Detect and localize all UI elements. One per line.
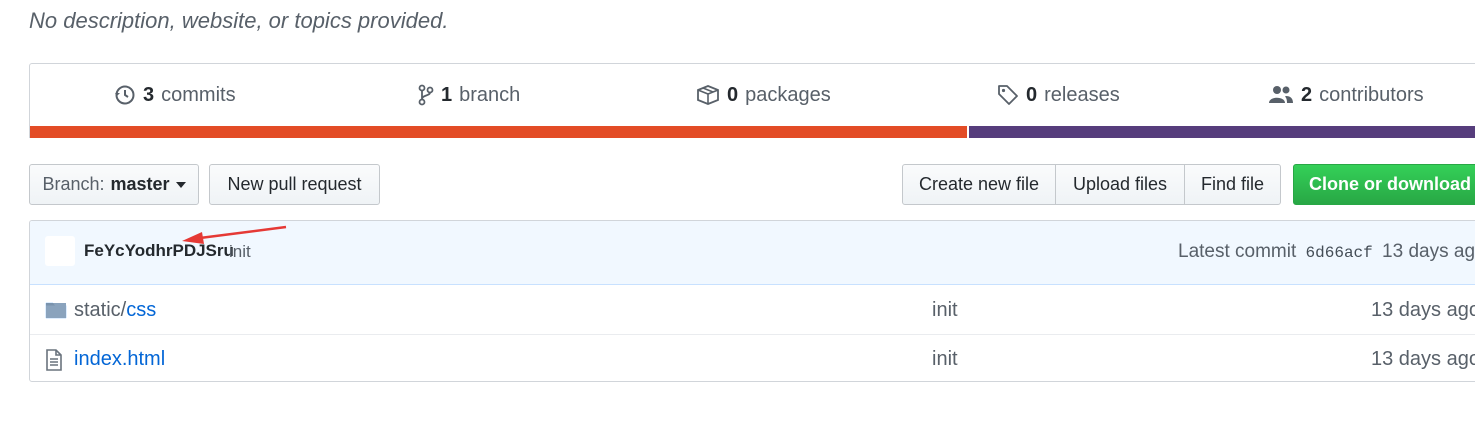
branch-select-button[interactable]: Branch: master [29,164,199,205]
branch-name: master [110,174,170,194]
annotation-arrow [182,225,287,244]
packages-link[interactable]: 0 packages [696,64,831,126]
contributors-label: contributors [1319,83,1424,106]
file-name-link[interactable]: index.html [74,348,165,371]
file-commit-message[interactable]: init [932,299,958,322]
caret-down-icon [175,181,186,188]
releases-label: releases [1044,83,1120,106]
file-name: css [126,299,157,321]
create-new-file-button[interactable]: Create new file [902,164,1056,205]
file-age: 13 days ago [1371,299,1475,321]
clone-or-download-button[interactable]: Clone or download [1293,164,1475,205]
contributors-count: 2 [1301,83,1313,106]
language-segment [967,126,1475,138]
branches-count: 1 [441,83,453,106]
repo-summary: 3 commits 1 branch 0 packages 0 releases… [29,63,1475,138]
commit-age: 13 days ago [1382,241,1475,262]
commits-link[interactable]: 3 commits [114,64,236,126]
commit-sha[interactable]: 6d66acf [1306,244,1373,262]
file-name-link[interactable]: static/css [74,299,156,322]
file-commit-message[interactable]: init [932,348,958,371]
tag-icon [997,84,1019,106]
directory-prefix: static/ [74,299,127,321]
contributors-link[interactable]: 2 contributors [1268,64,1424,126]
table-row: static/css init 13 days ago [30,286,1475,335]
repo-description: No description, website, or topics provi… [29,8,449,33]
new-pull-request-button[interactable]: New pull request [209,164,380,205]
language-bar[interactable] [30,126,1475,138]
clone-label: Clone or download [1309,174,1471,194]
commit-meta: Latest commit 6d66acf 13 days ago [1178,241,1475,263]
avatar[interactable] [45,236,75,266]
file-icon [45,349,63,376]
language-segment [30,126,968,138]
packages-count: 0 [727,83,739,106]
people-icon [1268,84,1294,106]
file-name: index.html [74,348,166,370]
history-icon [114,84,136,106]
package-icon [696,84,720,106]
packages-label: packages [745,83,831,106]
find-file-button[interactable]: Find file [1184,164,1281,205]
upload-files-button[interactable]: Upload files [1055,164,1185,205]
folder-icon [45,300,67,325]
latest-commit-label: Latest commit [1178,241,1297,262]
branch-prefix: Branch: [42,174,105,194]
commits-count: 3 [143,83,155,106]
file-age: 13 days ago [1371,348,1475,370]
commits-label: commits [161,83,236,106]
table-row: index.html init 13 days ago [30,335,1475,381]
releases-count: 0 [1026,83,1038,106]
branches-label: branch [459,83,521,106]
releases-link[interactable]: 0 releases [997,64,1120,126]
branches-link[interactable]: 1 branch [418,64,520,126]
git-branch-icon [418,84,434,106]
